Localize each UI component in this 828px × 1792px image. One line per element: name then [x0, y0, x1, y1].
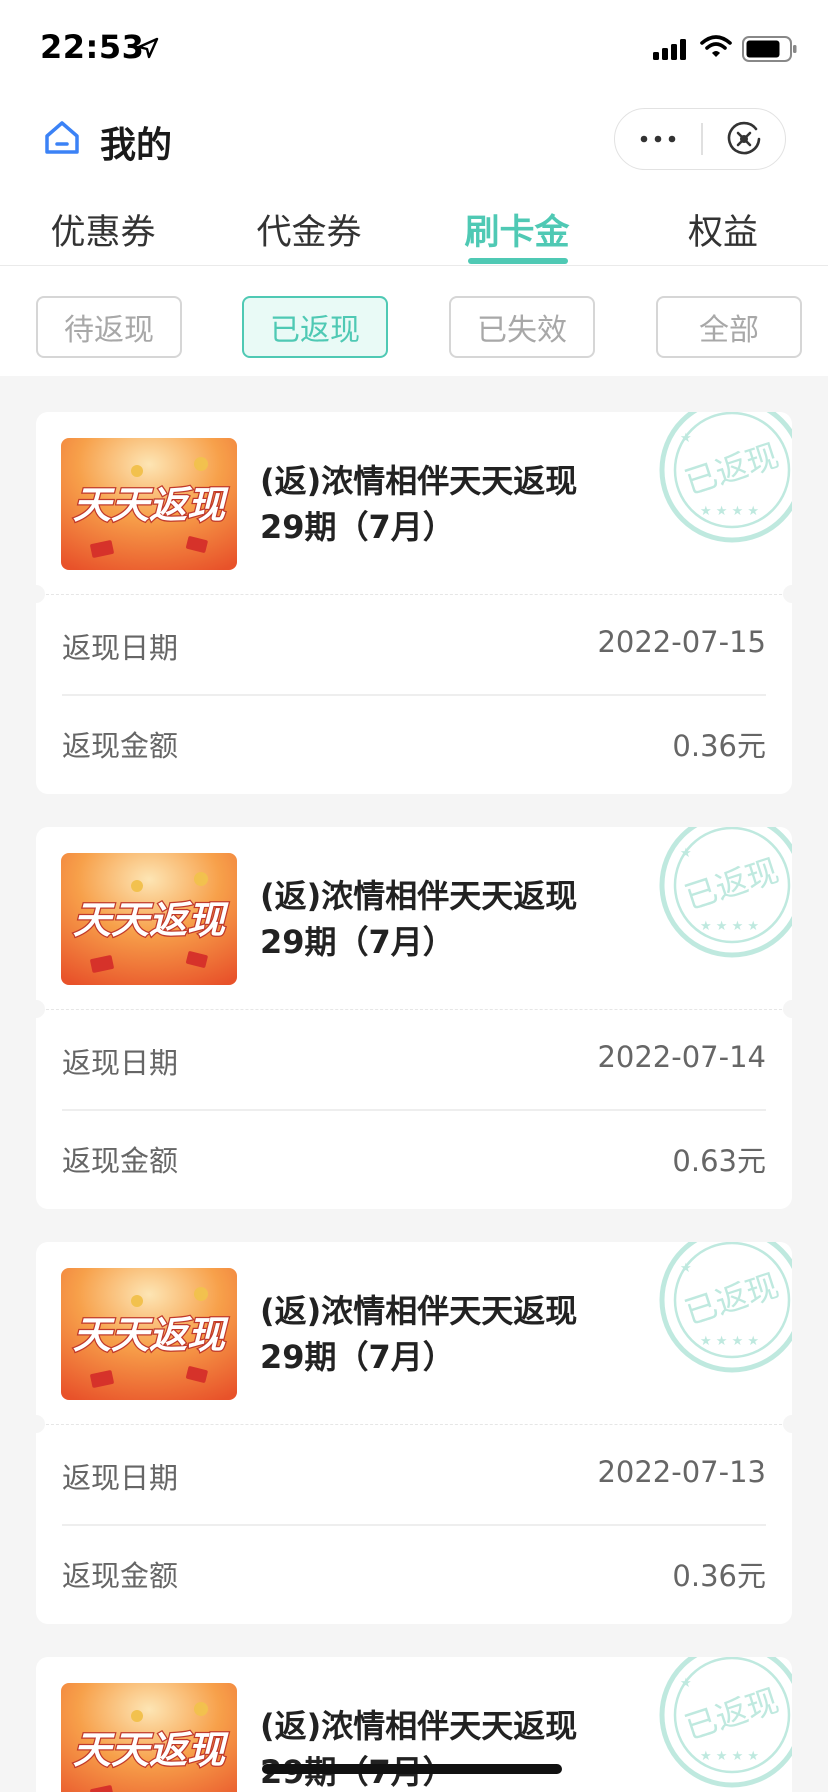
- svg-text:★ ★ ★ ★: ★ ★ ★ ★: [700, 919, 759, 934]
- thumb-text: 天天返现: [73, 898, 229, 942]
- card-notch: [36, 585, 45, 603]
- stamp-icon: 已返现 ★ ★ ★ ★ ★: [659, 827, 792, 958]
- date-label: 返现日期: [62, 631, 179, 665]
- svg-text:★: ★: [680, 1261, 692, 1276]
- filter-pending[interactable]: 待返现: [36, 296, 182, 358]
- filter-all[interactable]: 全部: [656, 296, 802, 358]
- close-button[interactable]: [702, 109, 786, 169]
- date-label: 返现日期: [62, 1461, 179, 1495]
- tab-benefits[interactable]: 权益: [643, 204, 803, 255]
- svg-text:★: ★: [680, 846, 692, 861]
- card-perforation: [36, 1424, 792, 1425]
- filter-returned[interactable]: 已返现: [242, 296, 388, 358]
- page-title: 我的: [100, 125, 173, 166]
- date-label: 返现日期: [62, 1046, 179, 1080]
- amount-value: 0.36元: [672, 729, 766, 763]
- date-value: 2022-07-13: [597, 1455, 766, 1489]
- row-divider: [62, 1109, 766, 1111]
- thumb-text: 天天返现: [73, 1313, 229, 1357]
- promo-thumbnail: 天天返现: [61, 438, 237, 570]
- card-title: (返)浓情相伴天天返现29期（7月）: [260, 1707, 578, 1791]
- card-notch: [783, 585, 792, 603]
- card-title: (返)浓情相伴天天返现29期（7月）: [260, 877, 578, 961]
- card-title: (返)浓情相伴天天返现29期（7月）: [260, 462, 578, 546]
- svg-text:★: ★: [680, 431, 692, 446]
- mini-program-capsule: [614, 108, 786, 170]
- svg-text:已返现: 已返现: [680, 1266, 783, 1332]
- amount-label: 返现金额: [62, 1144, 179, 1178]
- svg-text:已返现: 已返现: [680, 851, 783, 917]
- cashback-card[interactable]: 天天返现 (返)浓情相伴天天返现29期（7月） 已返现 ★ ★ ★ ★ ★ 返现…: [36, 1242, 792, 1624]
- cashback-card[interactable]: 天天返现 (返)浓情相伴天天返现29期（7月） 已返现 ★ ★ ★ ★ ★ 返现…: [36, 412, 792, 794]
- row-divider: [62, 694, 766, 696]
- close-icon: [727, 121, 761, 155]
- svg-text:★ ★ ★ ★: ★ ★ ★ ★: [700, 1334, 759, 1349]
- card-notch: [36, 1415, 45, 1433]
- location-arrow-icon: [137, 37, 159, 59]
- card-notch: [783, 1000, 792, 1018]
- svg-text:已返现: 已返现: [680, 1681, 783, 1747]
- thumb-text: 天天返现: [73, 483, 229, 527]
- active-tab-indicator: [468, 258, 568, 264]
- signal-icon: [653, 39, 686, 60]
- stamp-icon: 已返现 ★ ★ ★ ★ ★: [659, 412, 792, 543]
- card-title: (返)浓情相伴天天返现29期（7月）: [260, 1292, 578, 1376]
- home-indicator[interactable]: [262, 1764, 562, 1774]
- svg-text:★ ★ ★ ★: ★ ★ ★ ★: [700, 1749, 759, 1764]
- tab-coupons[interactable]: 优惠券: [23, 204, 183, 255]
- card-perforation: [36, 1009, 792, 1010]
- cashback-card[interactable]: 天天返现 (返)浓情相伴天天返现29期（7月） 已返现 ★ ★ ★ ★ ★ 返现…: [36, 827, 792, 1209]
- stamp-icon: 已返现 ★ ★ ★ ★ ★: [659, 1657, 792, 1788]
- battery-icon: [742, 36, 797, 62]
- tab-card-credit[interactable]: 刷卡金: [437, 204, 597, 255]
- amount-value: 0.63元: [672, 1144, 766, 1178]
- stamp-icon: 已返现 ★ ★ ★ ★ ★: [659, 1242, 792, 1373]
- status-bar: 22:53: [0, 0, 828, 100]
- promo-thumbnail: 天天返现: [61, 853, 237, 985]
- thumb-text: 天天返现: [73, 1728, 229, 1772]
- date-value: 2022-07-15: [597, 625, 766, 659]
- card-notch: [783, 1415, 792, 1433]
- date-value: 2022-07-14: [597, 1040, 766, 1074]
- svg-text:已返现: 已返现: [680, 436, 783, 502]
- status-time: 22:53: [40, 28, 145, 66]
- tab-bar: 优惠券 代金券 刷卡金 权益: [0, 182, 828, 266]
- more-button[interactable]: [615, 109, 701, 169]
- tab-vouchers[interactable]: 代金券: [229, 204, 389, 255]
- amount-label: 返现金额: [62, 1559, 179, 1593]
- amount-value: 0.36元: [672, 1559, 766, 1593]
- svg-text:★ ★ ★ ★: ★ ★ ★ ★: [700, 504, 759, 519]
- filter-bar: 待返现 已返现 已失效 全部: [0, 266, 828, 376]
- title-bar: 我的: [0, 100, 828, 182]
- home-icon[interactable]: [42, 118, 82, 158]
- row-divider: [62, 1524, 766, 1526]
- wifi-icon: [700, 35, 732, 57]
- svg-text:★: ★: [680, 1676, 692, 1691]
- card-notch: [36, 1000, 45, 1018]
- amount-label: 返现金额: [62, 729, 179, 763]
- more-icon: [640, 135, 676, 143]
- card-perforation: [36, 594, 792, 595]
- promo-thumbnail: 天天返现: [61, 1268, 237, 1400]
- filter-expired[interactable]: 已失效: [449, 296, 595, 358]
- promo-thumbnail: 天天返现: [61, 1683, 237, 1792]
